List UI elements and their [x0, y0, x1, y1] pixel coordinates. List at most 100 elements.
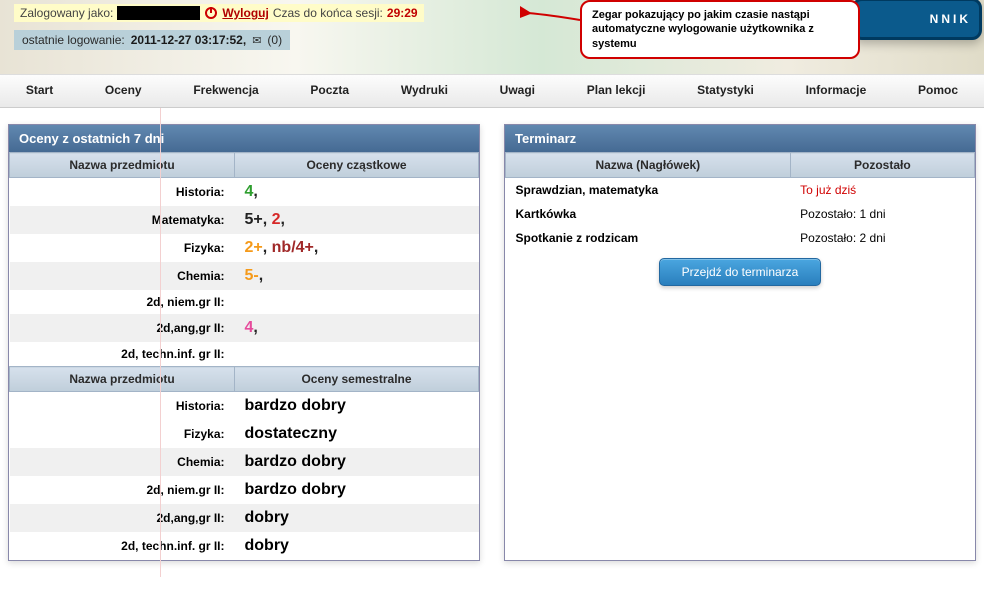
semester-row: 2d, techn.inf. gr II:dobry — [10, 532, 479, 560]
subject-cell: Matematyka: — [10, 206, 235, 234]
menu-item-start[interactable]: Start — [20, 83, 59, 97]
col-semester-grades: Oceny semestralne — [235, 367, 479, 392]
session-label: Czas do końca sesji: — [273, 6, 383, 20]
grade-row: Chemia:5-, — [10, 262, 479, 290]
col-subject-2: Nazwa przedmiotu — [10, 367, 235, 392]
semester-row: Chemia:bardzo dobry — [10, 448, 479, 476]
mail-count: (0) — [267, 33, 282, 47]
menu-item-oceny[interactable]: Oceny — [99, 83, 148, 97]
semester-grade-cell: bardzo dobry — [235, 476, 479, 504]
grade-mark[interactable]: 5+ — [245, 211, 263, 228]
subject-cell: Historia: — [10, 392, 235, 421]
grade-row: Historia:4, — [10, 178, 479, 207]
event-name-cell: Sprawdzian, matematyka — [506, 178, 791, 203]
header-banner: Zalogowany jako: Wyloguj Czas do końca s… — [0, 0, 984, 74]
grades-cell — [235, 290, 479, 314]
schedule-table: Nazwa (Nagłówek) Pozostało Sprawdzian, m… — [505, 152, 975, 250]
subject-cell: 2d, techn.inf. gr II: — [10, 342, 235, 367]
subject-cell: 2d,ang,gr II: — [10, 314, 235, 342]
grade-separator: , — [281, 211, 285, 228]
partial-grades-table: Nazwa przedmiotu Oceny cząstkowe Histori… — [9, 152, 479, 560]
schedule-box-title: Terminarz — [505, 125, 975, 152]
grade-separator: , — [259, 267, 263, 284]
go-to-schedule-button[interactable]: Przejdź do terminarza — [659, 258, 822, 286]
grade-mark[interactable]: 5- — [245, 267, 259, 284]
subject-cell: Fizyka: — [10, 234, 235, 262]
subject-cell: Historia: — [10, 178, 235, 207]
logo-badge: NNIK — [852, 0, 982, 40]
semester-row: 2d, niem.gr II:bardzo dobry — [10, 476, 479, 504]
main-menu: Start Oceny Frekwencja Poczta Wydruki Uwagi Pl… — [0, 74, 984, 108]
power-icon — [204, 6, 218, 20]
subject-cell: 2d,ang,gr II: — [10, 504, 235, 532]
mail-icon[interactable]: ✉ — [252, 34, 261, 47]
menu-item-informacje[interactable]: Informacje — [800, 83, 873, 97]
menu-item-uwagi[interactable]: Uwagi — [494, 83, 541, 97]
grade-row: 2d, niem.gr II: — [10, 290, 479, 314]
schedule-row: Sprawdzian, matematykaTo już dziś — [506, 178, 975, 203]
grades-box-title: Oceny z ostatnich 7 dni — [9, 125, 479, 152]
semester-grade-cell: dobry — [235, 504, 479, 532]
grades-cell: 2+, nb/4+, — [235, 234, 479, 262]
login-info-bar: Zalogowany jako: Wyloguj Czas do końca s… — [14, 4, 424, 22]
grades-cell — [235, 342, 479, 367]
menu-item-plan lekcji[interactable]: Plan lekcji — [581, 83, 652, 97]
grade-separator: , — [253, 319, 257, 336]
grade-mark[interactable]: 2+ — [245, 239, 263, 256]
event-remaining-cell: Pozostało: 1 dni — [790, 202, 974, 226]
subject-cell: 2d, niem.gr II: — [10, 476, 235, 504]
col-partial-grades: Oceny cząstkowe — [235, 153, 479, 178]
semester-grade-cell: dostateczny — [235, 420, 479, 448]
semester-row: Fizyka:dostateczny — [10, 420, 479, 448]
grades-cell: 4, — [235, 178, 479, 207]
schedule-button-row: Przejdź do terminarza — [505, 250, 975, 294]
grade-mark[interactable]: 2 — [272, 211, 281, 228]
event-name-cell: Kartkówka — [506, 202, 791, 226]
logged-as-label: Zalogowany jako: — [20, 6, 113, 20]
menu-item-pomoc[interactable]: Pomoc — [912, 83, 964, 97]
col-event-name: Nazwa (Nagłówek) — [506, 153, 791, 178]
schedule-row: Spotkanie z rodzicamPozostało: 2 dni — [506, 226, 975, 250]
content-area: Oceny z ostatnich 7 dni Nazwa przedmiotu… — [0, 108, 984, 577]
grades-cell: 4, — [235, 314, 479, 342]
last-login-value: 2011-12-27 03:17:52, — [131, 33, 246, 47]
semester-row: 2d,ang,gr II:dobry — [10, 504, 479, 532]
semester-row: Historia:bardzo dobry — [10, 392, 479, 421]
grade-row: Matematyka:5+, 2, — [10, 206, 479, 234]
event-name-cell: Spotkanie z rodzicam — [506, 226, 791, 250]
grade-row: 2d,ang,gr II:4, — [10, 314, 479, 342]
grades-box: Oceny z ostatnich 7 dni Nazwa przedmiotu… — [8, 124, 480, 561]
menu-item-wydruki[interactable]: Wydruki — [395, 83, 454, 97]
username-redacted — [117, 6, 200, 20]
session-time: 29:29 — [387, 6, 418, 20]
event-remaining-cell: To już dziś — [790, 178, 974, 203]
subject-cell: Chemia: — [10, 262, 235, 290]
schedule-row: KartkówkaPozostało: 1 dni — [506, 202, 975, 226]
subject-cell: Chemia: — [10, 448, 235, 476]
grade-row: Fizyka:2+, nb/4+, — [10, 234, 479, 262]
semester-grade-cell: bardzo dobry — [235, 448, 479, 476]
col-subject: Nazwa przedmiotu — [10, 153, 235, 178]
grade-row: 2d, techn.inf. gr II: — [10, 342, 479, 367]
semester-grade-cell: bardzo dobry — [235, 392, 479, 421]
grade-separator: , — [314, 239, 318, 256]
subject-cell: 2d, techn.inf. gr II: — [10, 532, 235, 560]
logo-text: NNIK — [930, 12, 971, 26]
menu-item-frekwencja[interactable]: Frekwencja — [187, 83, 264, 97]
semester-grade-cell: dobry — [235, 532, 479, 560]
schedule-box: Terminarz Nazwa (Nagłówek) Pozostało Spr… — [504, 124, 976, 561]
grade-mark[interactable]: nb/4+ — [272, 239, 314, 256]
subject-cell: 2d, niem.gr II: — [10, 290, 235, 314]
event-remaining-cell: Pozostało: 2 dni — [790, 226, 974, 250]
callout-box: Zegar pokazujący po jakim czasie nastąpi… — [580, 0, 860, 59]
last-login-label: ostatnie logowanie: — [22, 33, 125, 47]
menu-item-poczta[interactable]: Poczta — [304, 83, 355, 97]
menu-item-statystyki[interactable]: Statystyki — [691, 83, 760, 97]
col-remaining: Pozostało — [790, 153, 974, 178]
grade-separator: , — [253, 183, 257, 200]
grade-separator: , — [263, 239, 272, 256]
grades-cell: 5+, 2, — [235, 206, 479, 234]
last-login-bar: ostatnie logowanie: 2011-12-27 03:17:52,… — [14, 30, 290, 50]
logout-link[interactable]: Wyloguj — [222, 6, 268, 20]
grades-cell: 5-, — [235, 262, 479, 290]
